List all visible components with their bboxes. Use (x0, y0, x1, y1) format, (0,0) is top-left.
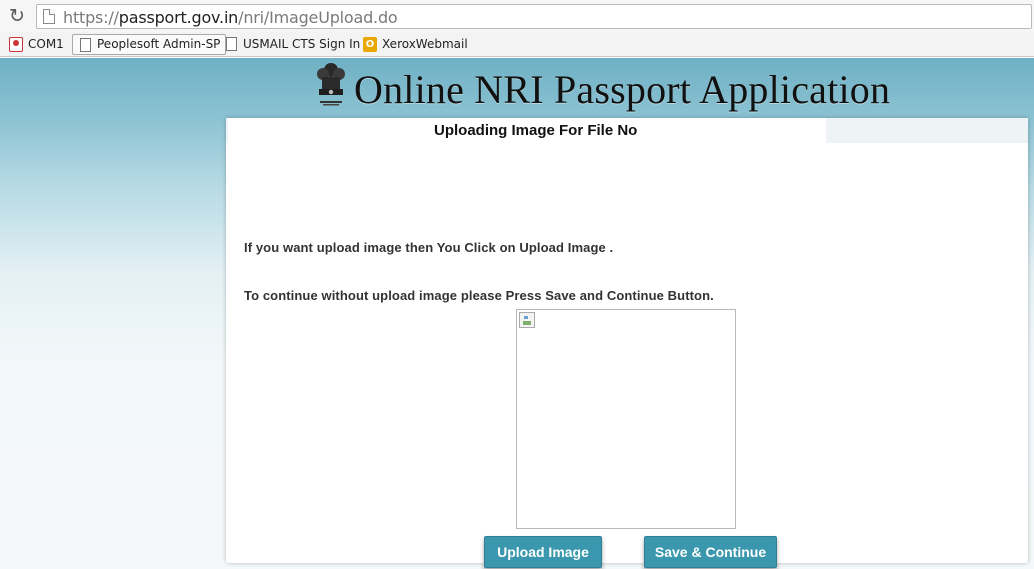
reload-icon[interactable]: ↻ (9, 6, 27, 26)
upload-panel: Uploading Image For File No If you want … (226, 118, 1028, 568)
bookmark-label: Peoplesoft Admin-SP (97, 37, 221, 51)
banner: Online NRI Passport Application (0, 58, 1034, 120)
bookmark-peoplesoft[interactable]: Peoplesoft Admin-SP (72, 34, 227, 55)
page-icon (226, 37, 237, 51)
continue-instruction: To continue without upload image please … (244, 288, 714, 303)
xerox-icon: O (363, 37, 377, 52)
panel-title: Uploading Image For File No (434, 122, 638, 139)
bookmark-label: COM1 (28, 37, 64, 51)
page-background: Online NRI Passport Application Uploadin… (0, 58, 1034, 569)
page-icon (80, 38, 91, 52)
emblem-icon (9, 37, 23, 52)
national-emblem-icon (317, 63, 345, 106)
address-bar[interactable]: https://passport.gov.in/nri/ImageUpload.… (36, 4, 1032, 29)
bookmark-label: XeroxWebmail (382, 37, 468, 51)
page-title: Online NRI Passport Application (354, 67, 891, 112)
bookmark-com1[interactable]: COM1 (4, 34, 69, 55)
page-icon (43, 9, 55, 24)
photo-preview (516, 309, 736, 529)
url-text: https://passport.gov.in/nri/ImageUpload.… (63, 8, 398, 27)
panel-header: Uploading Image For File No (226, 118, 1028, 143)
bookmark-usmail[interactable]: USMAIL CTS Sign In (219, 34, 365, 55)
bookmark-label: USMAIL CTS Sign In (243, 37, 361, 51)
browser-toolbar: ↻ https://passport.gov.in/nri/ImageUploa… (0, 0, 1034, 32)
bookmark-xerox[interactable]: O XeroxWebmail (358, 34, 473, 55)
bookmarks-bar: COM1 Peoplesoft Admin-SP USMAIL CTS Sign… (0, 32, 1034, 57)
upload-image-button[interactable]: Upload Image (484, 536, 602, 568)
broken-image-icon (519, 312, 535, 328)
save-continue-button[interactable]: Save & Continue (644, 536, 777, 568)
upload-instruction: If you want upload image then You Click … (244, 240, 614, 255)
